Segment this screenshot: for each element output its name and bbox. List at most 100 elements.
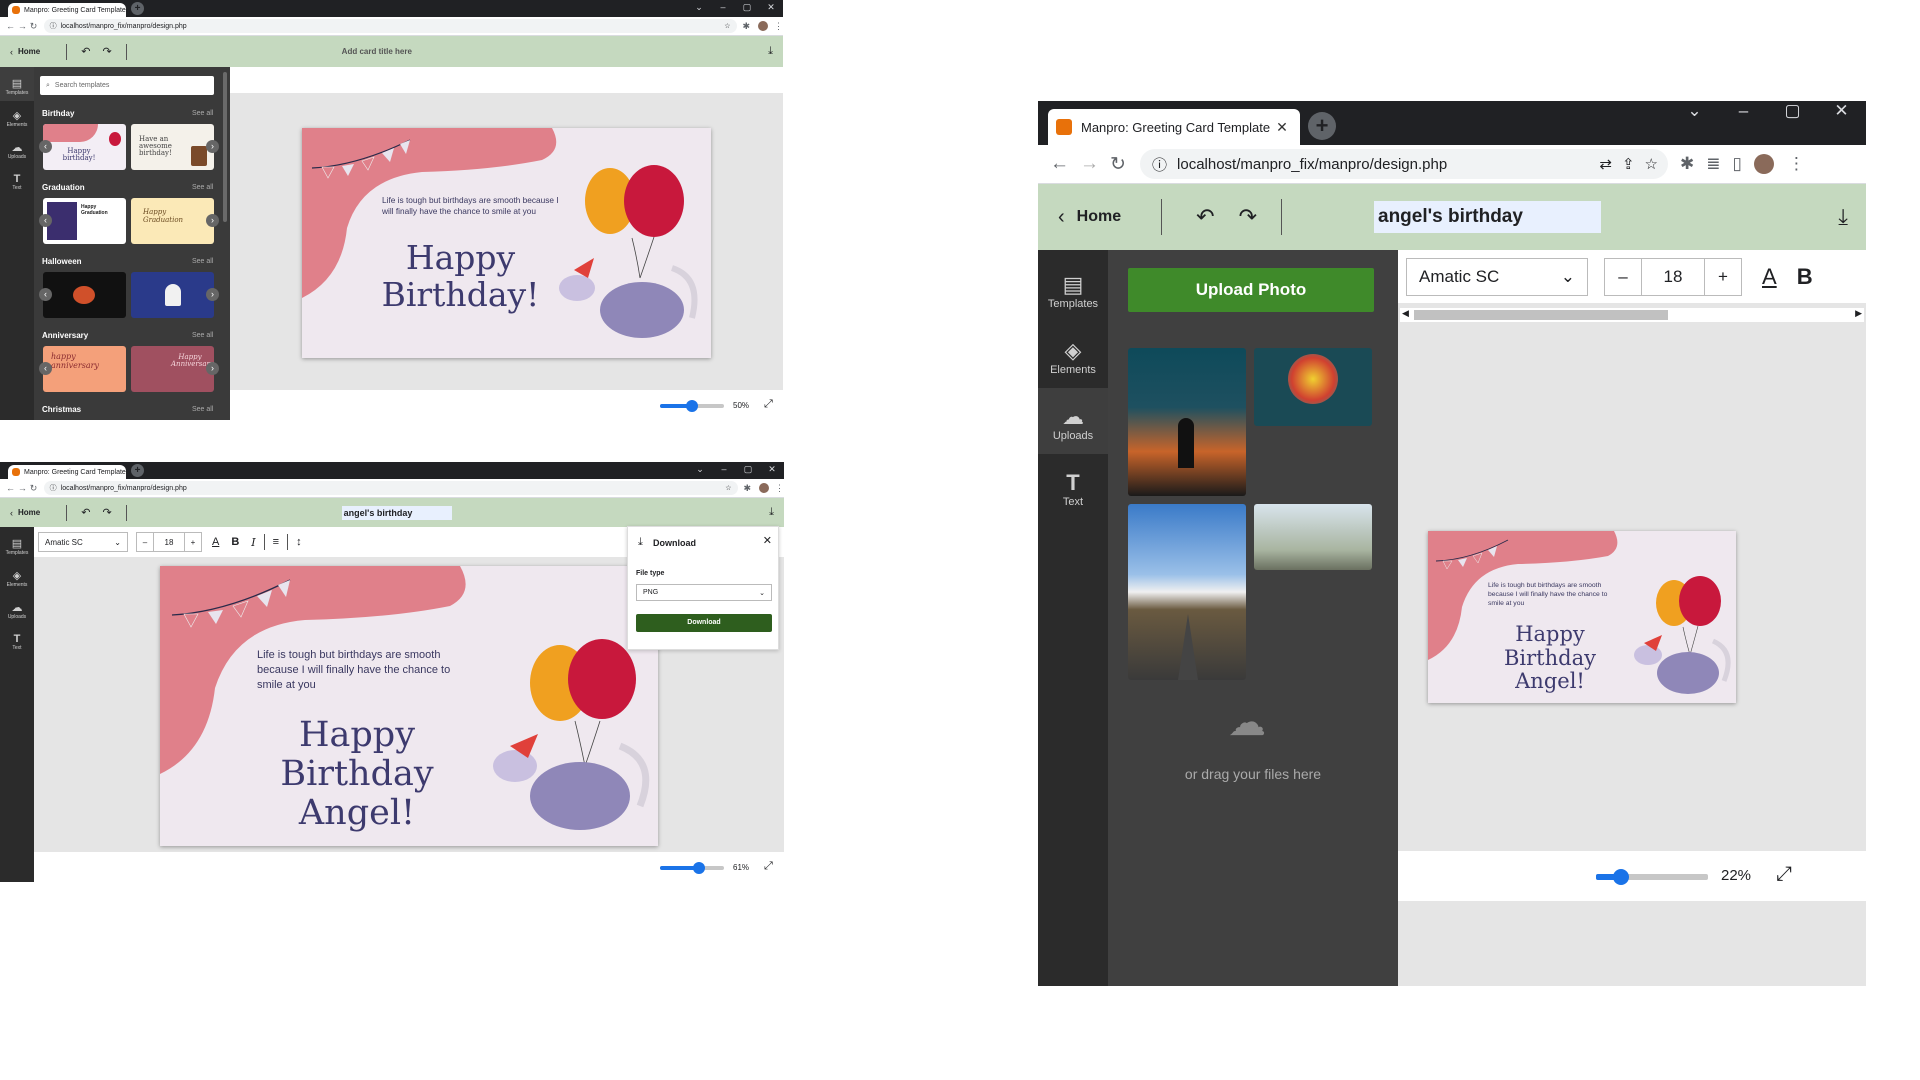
uploaded-photo-mountain-road[interactable] [1128, 504, 1246, 680]
home-back-icon[interactable]: ‹ [10, 508, 13, 518]
carousel-prev-icon[interactable]: ‹ [39, 140, 52, 153]
zoom-slider-knob[interactable] [686, 400, 698, 412]
tab-search-icon[interactable]: ⌄ [1670, 101, 1719, 125]
tab-search-icon[interactable]: ⌄ [688, 462, 712, 479]
close-icon[interactable]: ✕ [763, 534, 772, 547]
close-window-button[interactable]: ✕ [760, 462, 784, 479]
template-thumb-anniversary-1[interactable]: happy anniversary [43, 346, 126, 392]
extensions-icon[interactable]: ✱ [1680, 154, 1694, 174]
greeting-card[interactable]: Life is tough but birthdays are smooth b… [160, 566, 658, 846]
redo-icon[interactable]: ↷ [102, 506, 111, 519]
line-spacing-icon[interactable]: ↕ [296, 536, 302, 548]
rail-text[interactable]: T Text [0, 625, 34, 656]
align-icon[interactable]: ≡ [273, 536, 279, 548]
carousel-prev-icon[interactable]: ‹ [39, 214, 52, 227]
font-size-input[interactable]: 18 [154, 532, 184, 552]
bookmark-star-icon[interactable]: ☆ [725, 484, 731, 492]
home-back-icon[interactable]: ‹ [1058, 206, 1065, 229]
browser-tab[interactable]: Manpro: Greeting Card Template ✕ [8, 465, 126, 479]
extensions-icon[interactable]: ✱ [743, 21, 751, 32]
download-icon[interactable]: ⤓ [768, 45, 773, 58]
rail-templates[interactable]: ▤ Templates [0, 67, 34, 101]
font-select[interactable]: Amatic SC ⌄ [38, 532, 128, 552]
url-field[interactable]: ⓘ localhost/manpro_fix/manpro/design.php… [1140, 149, 1668, 179]
back-icon[interactable]: ← [6, 483, 18, 493]
menu-icon[interactable]: ⋮ [774, 21, 783, 32]
font-size-increase[interactable]: + [1704, 257, 1742, 296]
carousel-prev-icon[interactable]: ‹ [39, 288, 52, 301]
url-field[interactable]: ⓘ localhost/manpro_fix/manpro/design.php… [43, 481, 738, 495]
card-greeting-line2[interactable]: Angel! [1472, 670, 1628, 694]
font-select[interactable]: Amatic SC ⌄ [1406, 257, 1588, 296]
card-title-input[interactable]: angel's birthday [341, 505, 453, 520]
zoom-slider[interactable] [660, 862, 724, 874]
carousel-next-icon[interactable]: › [206, 214, 219, 227]
rail-text[interactable]: T Text [1038, 454, 1108, 520]
home-button[interactable]: Home [18, 508, 40, 517]
greeting-card[interactable]: Life is tough but birthdays are smooth b… [1428, 531, 1736, 703]
forward-icon[interactable]: → [18, 21, 30, 31]
translate-icon[interactable]: ⇄ [1599, 155, 1612, 173]
fullscreen-icon[interactable]: ⤢ [764, 398, 773, 411]
reload-icon[interactable]: ↻ [30, 483, 44, 494]
new-tab-button[interactable]: + [131, 464, 144, 477]
menu-icon[interactable]: ⋮ [775, 483, 784, 494]
zoom-slider[interactable] [660, 400, 724, 412]
extensions-icon[interactable]: ✱ [744, 483, 752, 494]
card-greeting[interactable]: Happy Birthday! [378, 239, 543, 314]
template-thumb-graduation-2[interactable]: Happy Graduation [131, 198, 214, 244]
home-back-icon[interactable]: ‹ [10, 47, 13, 57]
font-size-increase[interactable]: + [184, 532, 202, 552]
card-greeting[interactable]: Happy Birthday Angel! [1472, 622, 1628, 694]
file-type-select[interactable]: PNG ⌄ [636, 584, 772, 601]
template-thumb-birthday-2[interactable]: Have an awesome birthday! [131, 124, 214, 170]
carousel-next-icon[interactable]: › [206, 140, 219, 153]
undo-icon[interactable]: ↶ [81, 506, 90, 519]
carousel-prev-icon[interactable]: ‹ [39, 362, 52, 375]
card-message[interactable]: Life is tough but birthdays are smooth b… [1488, 581, 1622, 609]
home-button[interactable]: Home [18, 47, 40, 56]
download-button[interactable]: Download [636, 614, 772, 632]
undo-icon[interactable]: ↶ [81, 45, 90, 58]
reading-list-icon[interactable]: ≣ [1706, 154, 1720, 174]
reload-icon[interactable]: ↻ [1110, 153, 1140, 176]
profile-avatar[interactable] [758, 21, 768, 31]
scroll-right-icon[interactable]: ▶ [1855, 308, 1862, 319]
greeting-card[interactable]: Life is tough but birthdays are smooth b… [302, 128, 711, 358]
zoom-slider-knob[interactable] [693, 862, 706, 874]
profile-avatar[interactable] [1753, 154, 1774, 174]
tab-close-icon[interactable]: ✕ [1276, 119, 1288, 136]
site-info-icon[interactable]: ⓘ [50, 21, 57, 31]
carousel-next-icon[interactable]: › [206, 288, 219, 301]
back-icon[interactable]: ← [1050, 153, 1080, 175]
zoom-slider[interactable] [1596, 869, 1708, 885]
back-icon[interactable]: ← [6, 21, 18, 31]
site-info-icon[interactable]: ⓘ [1152, 154, 1167, 175]
card-title-input[interactable]: Add card title here [342, 47, 412, 56]
share-icon[interactable]: ⇪ [1622, 155, 1635, 173]
download-icon[interactable]: ⤓ [1838, 204, 1848, 230]
browser-tab[interactable]: Manpro: Greeting Card Template ✕ [8, 3, 126, 17]
rail-uploads[interactable]: ☁ Uploads [0, 593, 34, 625]
rail-text[interactable]: T Text [0, 165, 34, 196]
scrollbar-thumb[interactable] [1414, 310, 1668, 320]
bold-icon[interactable]: B [231, 536, 239, 548]
menu-icon[interactable]: ⋮ [1788, 154, 1805, 174]
bold-icon[interactable]: B [1797, 264, 1813, 290]
uploaded-photo-city[interactable] [1254, 504, 1372, 570]
rail-elements[interactable]: ◈ Elements [0, 561, 34, 593]
card-greeting-line1[interactable]: Happy Birthday [1472, 622, 1628, 670]
browser-tab[interactable]: Manpro: Greeting Card Template ✕ [1048, 109, 1300, 145]
card-message[interactable]: Life is tough but birthdays are smooth b… [382, 195, 562, 217]
text-color-icon[interactable]: A [1762, 264, 1777, 290]
template-thumb-graduation-1[interactable]: Happy Graduation [43, 198, 126, 244]
download-icon[interactable]: ⤓ [769, 506, 774, 519]
profile-avatar[interactable] [759, 483, 769, 493]
redo-icon[interactable]: ↷ [102, 45, 111, 58]
maximize-button[interactable]: ▢ [736, 462, 760, 479]
fullscreen-icon[interactable]: ⤢ [1776, 863, 1792, 886]
font-size-decrease[interactable]: – [1604, 257, 1642, 296]
italic-icon[interactable]: I [251, 536, 255, 549]
upload-photo-button[interactable]: Upload Photo [1128, 268, 1374, 312]
minimize-button[interactable]: – [711, 0, 735, 17]
